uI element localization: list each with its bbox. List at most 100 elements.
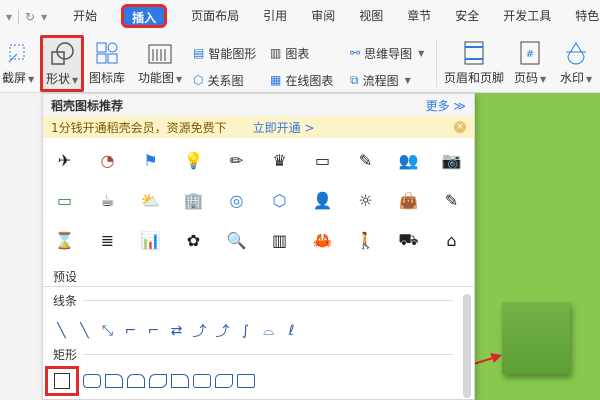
close-icon[interactable]: × bbox=[454, 121, 466, 133]
hexagon-icon[interactable]: ⬡ bbox=[258, 180, 301, 220]
edit-document-icon[interactable]: ✎ bbox=[430, 180, 473, 220]
tab-features[interactable]: 特色 bbox=[563, 0, 600, 33]
mind-map-icon: ⚯ bbox=[350, 46, 361, 60]
watermark-label: 水印 bbox=[560, 71, 585, 85]
smart-shape-button[interactable]: ▤ 智能图形 bbox=[193, 43, 256, 63]
double-arrow-line-shape-icon[interactable]: ⤡ bbox=[99, 322, 116, 339]
function-chart-button[interactable]: 功能图 ▼ bbox=[138, 39, 182, 86]
elbow-arrow-connector-icon[interactable]: ⌐ bbox=[145, 322, 162, 339]
online-chart-button[interactable]: ▦ 在线图表 bbox=[270, 70, 333, 90]
airplane-icon[interactable]: ✈ bbox=[43, 140, 86, 180]
camera-icon[interactable]: 📷 bbox=[430, 140, 473, 180]
separator bbox=[436, 39, 437, 87]
scribble-shape-icon[interactable]: ℓ bbox=[283, 322, 300, 339]
relation-chart-label: 关系图 bbox=[207, 73, 244, 88]
dropdown-icon[interactable]: ▾ bbox=[6, 10, 12, 24]
rectangle-section-title: 矩形 bbox=[53, 348, 78, 362]
watermark-button[interactable]: 水印 ▼ bbox=[560, 39, 592, 86]
lines-section-title: 线条 bbox=[53, 294, 78, 308]
plain-rectangle-shape-icon[interactable] bbox=[237, 374, 255, 388]
chart-button[interactable]: ▥ 图表 bbox=[270, 43, 309, 63]
member-banner: 1分钱开通稻壳会员，资源免费下 立即开通 > × bbox=[43, 116, 474, 138]
icon-library-button[interactable]: 图标库 bbox=[89, 39, 125, 86]
ribbon-toolbar: 截屏 ▼ 形状 ▼ 图标库 功能图 ▼ ▤ 智能图形 ▥ 图表 ⚯ 思维导图 ▼ ⬡ … bbox=[0, 33, 600, 93]
tab-developer[interactable]: 开发工具 bbox=[491, 0, 563, 33]
curve-shape-icon[interactable]: ∫ bbox=[237, 322, 254, 339]
mind-map-label: 思维导图 bbox=[364, 46, 413, 61]
tab-view[interactable]: 视图 bbox=[347, 0, 395, 33]
elbow-connector-icon[interactable]: ⌐ bbox=[122, 322, 139, 339]
tab-page-layout[interactable]: 页面布局 bbox=[179, 0, 251, 33]
snip-corner-rectangle-shape-icon[interactable] bbox=[105, 374, 123, 388]
pie-chart-icon[interactable]: ◔ bbox=[86, 140, 129, 180]
people-icon[interactable]: 👥 bbox=[387, 140, 430, 180]
note-icon[interactable]: ✎ bbox=[344, 140, 387, 180]
sun-icon[interactable]: ☼ bbox=[344, 180, 387, 220]
flag-icon[interactable]: ⚑ bbox=[129, 140, 172, 180]
building-icon[interactable]: 🏢 bbox=[172, 180, 215, 220]
curved-arrow-connector-icon[interactable]: ⤴ bbox=[214, 322, 231, 340]
rectangle-shape-selected[interactable] bbox=[45, 366, 79, 396]
chart-label: 图表 bbox=[285, 46, 310, 61]
tab-security[interactable]: 安全 bbox=[443, 0, 491, 33]
contact-card-icon[interactable]: 👤 bbox=[301, 180, 344, 220]
chevron-down-icon: ▼ bbox=[404, 75, 411, 85]
sale-sign-icon[interactable]: ≣ bbox=[86, 220, 129, 260]
target-icon[interactable]: ◎ bbox=[215, 180, 258, 220]
hourglass-icon[interactable]: ⌛ bbox=[43, 220, 86, 260]
desk-icon[interactable]: ⛟ bbox=[387, 220, 430, 260]
crab-icon[interactable]: 🦀 bbox=[301, 220, 344, 260]
book-icon[interactable]: ▭ bbox=[301, 140, 344, 180]
arrow-line-shape-icon[interactable]: ╲ bbox=[76, 322, 93, 339]
round-corner-rectangle-shape-icon[interactable] bbox=[171, 374, 189, 388]
crown-icon[interactable]: ♛ bbox=[258, 140, 301, 180]
page-number-button[interactable]: # 页码 ▼ bbox=[514, 39, 546, 86]
snip-diagonal-rectangle-shape-icon[interactable] bbox=[149, 374, 167, 388]
lightbulb-icon[interactable]: 💡 bbox=[172, 140, 215, 180]
ribbon-tabs: 开始 插入 页面布局 引用 审阅 视图 章节 安全 开发工具 特色 bbox=[61, 0, 600, 33]
header-footer-button[interactable]: 页眉和页脚 bbox=[444, 39, 504, 86]
snip-same-side-rectangle-shape-icon[interactable] bbox=[127, 374, 145, 388]
search-document-icon[interactable]: 🔍 bbox=[215, 220, 258, 260]
header-footer-label: 页眉和页脚 bbox=[444, 71, 505, 85]
shape-button[interactable]: 形状 ▼ bbox=[40, 35, 85, 92]
popcorn-icon[interactable]: ▥ bbox=[258, 220, 301, 260]
line-shape-icon[interactable]: ╲ bbox=[53, 322, 70, 339]
shopping-bag-icon[interactable]: 👜 bbox=[387, 180, 430, 220]
banner-open-link[interactable]: 立即开通 > bbox=[253, 119, 315, 136]
more-link[interactable]: 更多 ≫ bbox=[426, 97, 466, 114]
dropdown-icon[interactable]: ▾ bbox=[41, 10, 47, 24]
tree-icon[interactable]: ✿ bbox=[172, 220, 215, 260]
tab-insert[interactable]: 插入 bbox=[109, 0, 179, 33]
worker-icon[interactable]: 🚶 bbox=[344, 220, 387, 260]
divider bbox=[83, 354, 453, 355]
redo-icon[interactable]: ↻ bbox=[25, 10, 35, 24]
screenshot-button[interactable]: 截屏 ▼ bbox=[2, 39, 34, 86]
elbow-double-arrow-connector-icon[interactable]: ⇄ bbox=[168, 322, 185, 339]
banner-text: 1分钱开通稻壳会员，资源免费下 bbox=[51, 120, 227, 135]
pencil-icon[interactable]: ✏ bbox=[215, 140, 258, 180]
panel-scrollbar[interactable] bbox=[463, 294, 471, 398]
tab-section[interactable]: 章节 bbox=[395, 0, 443, 33]
tab-references[interactable]: 引用 bbox=[251, 0, 299, 33]
coffee-icon[interactable]: ☕ bbox=[86, 180, 129, 220]
tab-review[interactable]: 审阅 bbox=[299, 0, 347, 33]
presentation-board-icon[interactable]: 📊 bbox=[129, 220, 172, 260]
inserted-square-shape[interactable] bbox=[502, 302, 570, 374]
freeform-shape-icon[interactable]: ⌓ bbox=[260, 322, 277, 339]
mind-map-button[interactable]: ⚯ 思维导图 ▼ bbox=[350, 43, 424, 63]
round-diagonal-rectangle-shape-icon[interactable] bbox=[215, 374, 233, 388]
tab-home[interactable]: 开始 bbox=[61, 0, 109, 33]
round-same-side-rectangle-shape-icon[interactable] bbox=[193, 374, 211, 388]
tab-insert-label[interactable]: 插入 bbox=[121, 4, 168, 28]
house-icon[interactable]: ⌂ bbox=[430, 220, 473, 260]
flowchart-button[interactable]: ⧉ 流程图 ▼ bbox=[350, 70, 411, 90]
wallet-icon[interactable]: ▭ bbox=[43, 180, 86, 220]
page-number-icon: # bbox=[516, 39, 544, 67]
panel-title: 稻壳图标推荐 bbox=[51, 98, 124, 113]
rounded-rectangle-shape-icon[interactable] bbox=[83, 374, 101, 388]
chevron-down-icon: ▼ bbox=[176, 75, 183, 84]
weather-icon[interactable]: ⛅ bbox=[129, 180, 172, 220]
curved-connector-icon[interactable]: ⤴ bbox=[191, 322, 208, 340]
relation-chart-button[interactable]: ⬡ 关系图 bbox=[193, 70, 244, 90]
